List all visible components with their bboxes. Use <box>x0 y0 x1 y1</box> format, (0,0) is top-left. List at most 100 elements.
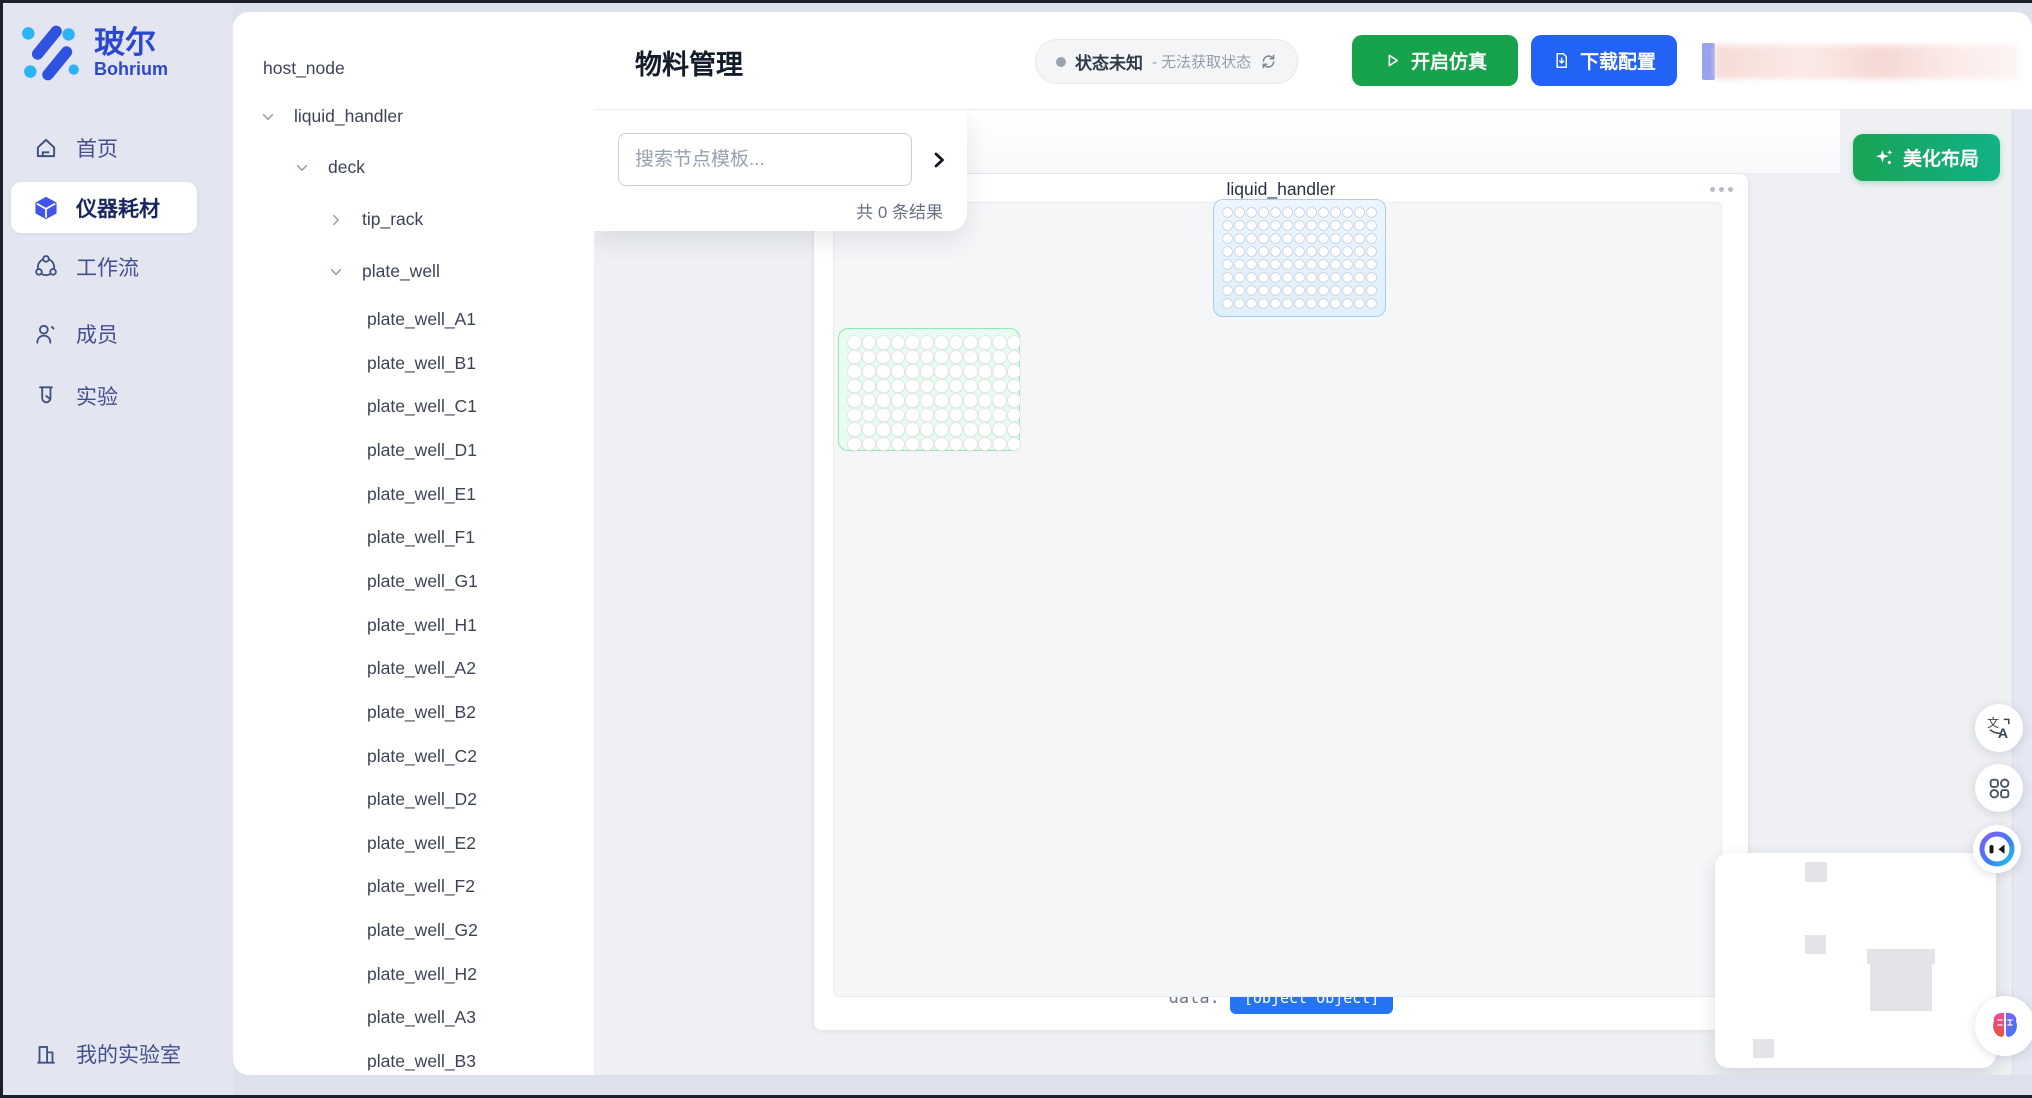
ai-brain-icon <box>1987 1008 2023 1044</box>
sidebar-item-label: 实验 <box>76 381 118 411</box>
tree-item[interactable]: plate_well_C2 <box>233 744 594 770</box>
well-circle <box>1354 259 1365 270</box>
well-circle <box>1246 246 1257 257</box>
tree-item-label: plate_well_H2 <box>367 964 477 985</box>
tree-item[interactable]: plate_well_A2 <box>233 656 594 682</box>
tree-item[interactable]: deck <box>233 155 594 181</box>
node-menu-dots-icon[interactable] <box>1710 187 1733 192</box>
chevron-down-icon[interactable] <box>329 265 343 279</box>
search-submit-chevron[interactable] <box>924 145 954 175</box>
tree-item[interactable]: liquid_handler <box>233 104 594 130</box>
well-circle <box>1354 298 1365 309</box>
tree-item[interactable]: plate_well_B2 <box>233 700 594 726</box>
well-circle <box>978 335 993 350</box>
well-circle <box>920 379 935 394</box>
ai-robot-button[interactable] <box>1973 825 2021 873</box>
sidebar-item-my-lab[interactable]: 我的实验室 <box>0 1028 233 1079</box>
ai-brain-button[interactable] <box>1975 996 2032 1056</box>
well-circle <box>920 422 935 437</box>
minimap-node-square <box>1753 1039 1774 1058</box>
tree-item[interactable]: plate_well_E1 <box>233 482 594 508</box>
translate-button[interactable]: 文 A <box>1975 704 2023 752</box>
well-circle <box>876 422 891 437</box>
well-circle <box>1294 285 1305 296</box>
tree-item[interactable]: plate_well_F1 <box>233 525 594 551</box>
tree-item[interactable]: tip_rack <box>233 207 594 233</box>
well-circle <box>949 408 964 423</box>
well-circle <box>1366 207 1377 218</box>
tree-item-label: plate_well_B1 <box>367 353 476 374</box>
well-circle <box>1342 259 1353 270</box>
tree-item[interactable]: plate_well_A1 <box>233 307 594 333</box>
cube-icon <box>33 195 59 221</box>
minimap[interactable] <box>1715 853 1996 1068</box>
tree-item[interactable]: plate_well_A3 <box>233 1005 594 1031</box>
well-circle <box>1330 285 1341 296</box>
well-circle <box>978 379 993 394</box>
sidebar-item-label: 首页 <box>76 133 118 163</box>
flow-canvas[interactable]: liquid_handler data: [object Object] <box>594 110 2032 1075</box>
tree-item[interactable]: plate_well <box>233 259 594 285</box>
well-circle <box>891 393 906 408</box>
well-circle <box>963 408 978 423</box>
tree-item-label: plate_well_B3 <box>367 1051 476 1072</box>
sidebar-item-home[interactable]: 首页 <box>0 122 233 173</box>
liquid-handler-node[interactable]: liquid_handler data: [object Object] <box>813 173 1749 1031</box>
brand-logo[interactable]: 玻尔 Bohrium <box>20 24 168 82</box>
well-circle <box>1318 272 1329 283</box>
well-circle <box>992 350 1007 365</box>
download-config-button[interactable]: 下载配置 <box>1531 35 1677 86</box>
sidebar-item-instruments[interactable]: 仪器耗材 <box>11 182 197 233</box>
well-circle <box>905 379 920 394</box>
tree-item[interactable]: plate_well_C1 <box>233 394 594 420</box>
tree-item[interactable]: plate_well_D1 <box>233 438 594 464</box>
sidebar-item-experiments[interactable]: 实验 <box>0 370 233 421</box>
start-simulation-button[interactable]: 开启仿真 <box>1352 35 1518 86</box>
refresh-icon[interactable] <box>1260 53 1277 70</box>
well-circle <box>1354 233 1365 244</box>
tree-item-label: plate_well_A3 <box>367 1007 476 1028</box>
tree-item-label: plate_well_D1 <box>367 440 477 461</box>
well-circle <box>1294 220 1305 231</box>
sidebar-item-workflow[interactable]: 工作流 <box>0 241 233 292</box>
well-circle <box>978 364 993 379</box>
tree-item[interactable]: plate_well_B3 <box>233 1049 594 1075</box>
well-circle <box>934 364 949 379</box>
well-circle <box>1330 259 1341 270</box>
search-input[interactable] <box>618 133 912 186</box>
chevron-right-icon[interactable] <box>329 213 343 227</box>
apps-grid-button[interactable] <box>1975 764 2023 812</box>
sidebar-item-members[interactable]: 成员 <box>0 308 233 359</box>
well-circle <box>992 393 1007 408</box>
well-circle <box>1354 220 1365 231</box>
well-circle <box>934 422 949 437</box>
tree-item[interactable]: plate_well_G2 <box>233 918 594 944</box>
well-circle <box>1282 259 1293 270</box>
well-plate[interactable] <box>838 328 1020 451</box>
well-circle <box>949 350 964 365</box>
well-circle <box>1366 298 1377 309</box>
tree-item[interactable]: plate_well_B1 <box>233 351 594 377</box>
minimap-node-square <box>1805 935 1826 954</box>
tree-item[interactable]: plate_well_D2 <box>233 787 594 813</box>
chevron-down-icon[interactable] <box>295 161 309 175</box>
tip-rack-plate[interactable] <box>1213 199 1386 317</box>
well-circle <box>963 422 978 437</box>
tree-item[interactable]: plate_well_H1 <box>233 613 594 639</box>
tree-item[interactable]: plate_well_E2 <box>233 831 594 857</box>
well-circle <box>1354 207 1365 218</box>
tree-item[interactable]: plate_well_G1 <box>233 569 594 595</box>
tree-item[interactable]: plate_well_H2 <box>233 962 594 988</box>
well-circle <box>1306 259 1317 270</box>
tree-item-label: plate_well_A1 <box>367 309 476 330</box>
beautify-layout-button[interactable]: 美化布局 <box>1853 134 2000 181</box>
tree-item[interactable]: plate_well_F2 <box>233 874 594 900</box>
deck-panel <box>833 202 1722 997</box>
file-download-icon <box>1552 51 1571 70</box>
tree-item[interactable]: host_node <box>233 56 594 82</box>
brand-name-zh: 玻尔 <box>94 27 168 59</box>
page-title: 物料管理 <box>635 43 743 82</box>
chevron-right-bold-icon <box>929 150 949 170</box>
chevron-down-icon[interactable] <box>261 110 275 124</box>
well-circle <box>1354 285 1365 296</box>
